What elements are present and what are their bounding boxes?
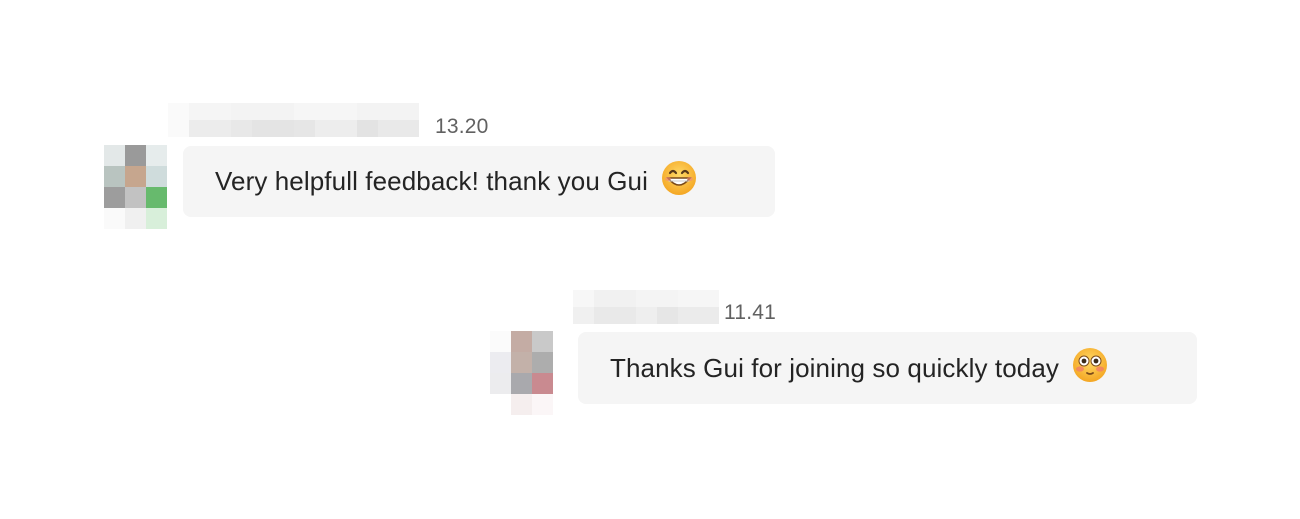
sender-name-blurred — [168, 103, 419, 137]
message-text: Very helpfull feedback! thank you Gui — [215, 166, 648, 196]
message-bubble[interactable]: Very helpfull feedback! thank you Gui — [183, 146, 775, 217]
message-timestamp: 13.20 — [435, 115, 489, 138]
message-text: Thanks Gui for joining so quickly today — [610, 352, 1060, 383]
avatar[interactable] — [490, 331, 553, 415]
message-timestamp: 11.41 — [724, 301, 776, 324]
sender-name-blurred — [573, 290, 719, 324]
message-bubble[interactable]: Thanks Gui for joining so quickly today — [578, 332, 1197, 404]
flushed-face-icon — [1071, 346, 1109, 391]
grinning-face-icon — [660, 159, 698, 204]
avatar[interactable] — [104, 145, 167, 229]
